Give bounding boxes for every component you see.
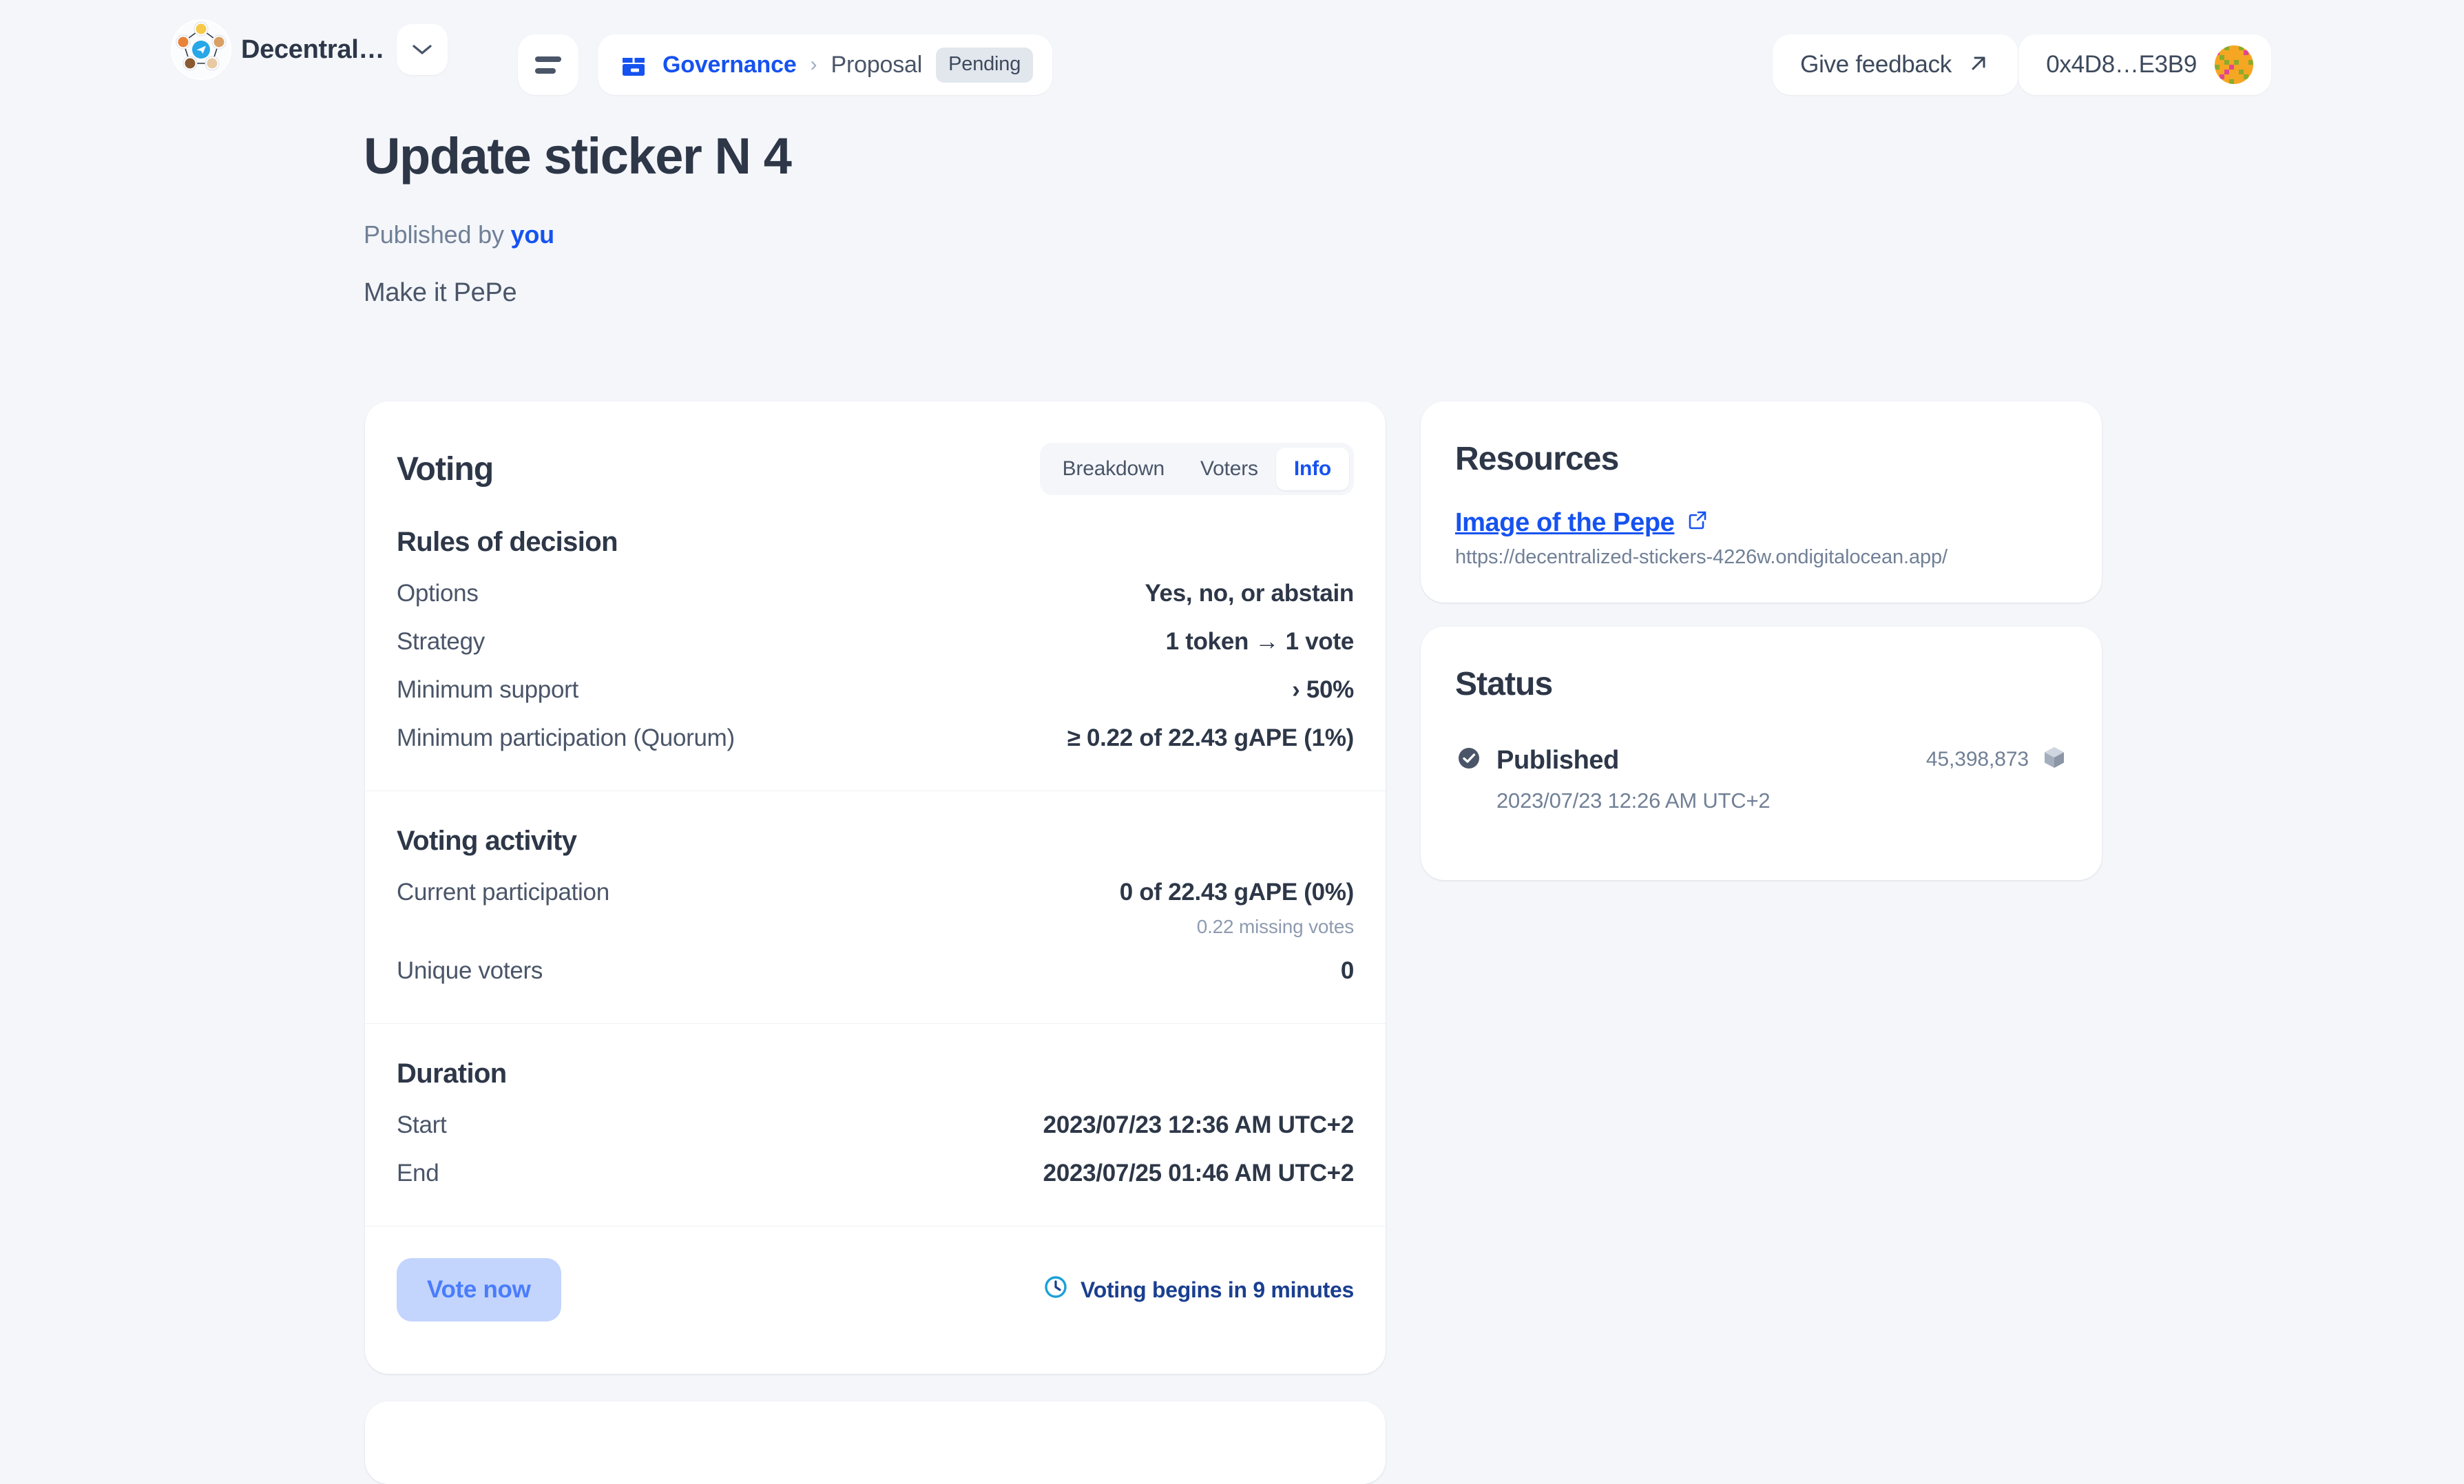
chevron-down-icon[interactable] xyxy=(397,24,448,75)
resource-link-label: Image of the Pepe xyxy=(1455,508,1675,537)
published-by: Published by you xyxy=(364,220,554,249)
activity-row-participation: Current participation 0 of 22.43 gAPE (0… xyxy=(397,879,1354,906)
voting-card-header: Voting Breakdown Voters Info xyxy=(365,401,1386,495)
duration-title: Duration xyxy=(397,1058,507,1089)
status-title: Status xyxy=(1455,666,1553,702)
voting-activity-title: Voting activity xyxy=(397,826,577,856)
published-author-link[interactable]: you xyxy=(511,220,555,249)
status-entry: Published 2023/07/23 12:26 AM UTC+2 45,3… xyxy=(1455,744,2067,813)
tab-info[interactable]: Info xyxy=(1275,448,1349,490)
rule-key: Minimum participation (Quorum) xyxy=(397,724,735,751)
external-link-icon xyxy=(1687,508,1709,538)
duration-key: End xyxy=(397,1160,439,1187)
voting-begins-note: Voting begins in 9 minutes xyxy=(1043,1275,1354,1305)
menu-icon-line-2 xyxy=(535,67,556,74)
rule-row-strategy: Strategy 1 token → 1 vote xyxy=(397,628,1354,656)
duration-row-start: Start 2023/07/23 12:36 AM UTC+2 xyxy=(397,1111,1354,1139)
wallet-address: 0x4D8…E3B9 xyxy=(2046,51,2197,78)
org-name: Decentral… xyxy=(241,34,385,64)
rule-value: ≥ 0.22 of 22.43 gAPE (1%) xyxy=(1067,724,1355,751)
block-number: 45,398,873 xyxy=(1925,747,2029,771)
duration-value: 2023/07/25 01:46 AM UTC+2 xyxy=(1043,1160,1355,1187)
proposal-summary: Make it PePe xyxy=(364,278,517,307)
rule-value: Yes, no, or abstain xyxy=(1145,580,1354,607)
tab-voters[interactable]: Voters xyxy=(1182,448,1276,490)
top-bar: Decentral… Governance › Proposal Pending… xyxy=(0,0,2464,129)
activity-key: Current participation xyxy=(397,879,609,906)
duration-value: 2023/07/23 12:36 AM UTC+2 xyxy=(1043,1111,1355,1138)
status-badge: Pending xyxy=(936,47,1034,83)
check-circle-icon xyxy=(1455,744,1483,775)
clock-icon xyxy=(1043,1275,1068,1305)
cube-icon xyxy=(2041,744,2067,774)
status-body: Status Published 2023/07/23 12:26 AM UTC… xyxy=(1421,627,2102,813)
rule-key: Strategy xyxy=(397,628,485,655)
status-state: Published xyxy=(1496,746,1619,775)
vote-now-button[interactable]: Vote now xyxy=(397,1258,561,1321)
external-arrow-icon xyxy=(1967,52,1990,79)
page-title: Update sticker N 4 xyxy=(364,127,792,185)
resource-link[interactable]: Image of the Pepe xyxy=(1455,508,2067,538)
wallet-button[interactable]: 0x4D8…E3B9 xyxy=(2018,34,2271,95)
duration-row-end: End 2023/07/25 01:46 AM UTC+2 xyxy=(397,1160,1354,1187)
rule-row-minimum-support: Minimum support › 50% xyxy=(397,676,1354,704)
voting-card-footer: Vote now Voting begins in 9 minutes xyxy=(365,1226,1386,1357)
activity-value: 0 of 22.43 gAPE (0%) xyxy=(1119,879,1355,906)
blockie-avatar xyxy=(2215,45,2253,84)
status-block-info[interactable]: 45,398,873 xyxy=(1926,744,2067,774)
breadcrumb: Governance › Proposal Pending xyxy=(598,34,1053,95)
status-date: 2023/07/23 12:26 AM UTC+2 xyxy=(1496,788,1771,813)
rules-title: Rules of decision xyxy=(397,527,618,557)
activity-key: Unique voters xyxy=(397,957,543,984)
duration-key: Start xyxy=(397,1111,447,1138)
activity-value: 0 xyxy=(1340,957,1354,984)
rules-of-decision-section: Rules of decision Options Yes, no, or ab… xyxy=(365,495,1386,791)
status-card: Status Published 2023/07/23 12:26 AM UTC… xyxy=(1421,627,2102,880)
resources-title: Resources xyxy=(1455,441,1619,477)
voting-tabs: Breakdown Voters Info xyxy=(1039,443,1354,495)
voting-card: Voting Breakdown Voters Info Rules of de… xyxy=(365,401,1386,1374)
breadcrumb-link-governance[interactable]: Governance xyxy=(662,52,797,79)
resource-url: https://decentralized-stickers-4226w.ond… xyxy=(1455,546,1948,568)
resources-body: Resources Image of the Pepe https://dece… xyxy=(1421,401,2102,569)
menu-icon-line-1 xyxy=(535,56,561,62)
rule-key: Options xyxy=(397,580,479,607)
published-prefix: Published by xyxy=(364,220,511,249)
breadcrumb-current-proposal: Proposal xyxy=(831,51,923,78)
voting-activity-section: Voting activity Current participation 0 … xyxy=(365,791,1386,1023)
resources-card: Resources Image of the Pepe https://dece… xyxy=(1421,401,2102,603)
missing-votes-note: 0.22 missing votes xyxy=(1196,916,1354,937)
rule-value: 1 token → 1 vote xyxy=(1165,628,1355,655)
give-feedback-button[interactable]: Give feedback xyxy=(1773,34,2018,95)
status-entry-left: Published 2023/07/23 12:26 AM UTC+2 xyxy=(1455,744,1771,813)
give-feedback-label: Give feedback xyxy=(1800,51,1952,78)
tab-breakdown[interactable]: Breakdown xyxy=(1045,448,1182,490)
rule-key: Minimum support xyxy=(397,676,578,703)
duration-section: Duration Start 2023/07/23 12:36 AM UTC+2… xyxy=(365,1024,1386,1226)
bottom-partial-card xyxy=(365,1401,1386,1484)
voting-begins-text: Voting begins in 9 minutes xyxy=(1080,1277,1354,1302)
breadcrumb-separator: › xyxy=(810,53,817,76)
activity-row-unique-voters: Unique voters 0 xyxy=(397,957,1354,985)
org-switcher[interactable]: Decentral… xyxy=(171,19,448,80)
menu-button[interactable] xyxy=(518,34,578,95)
rule-row-minimum-participation: Minimum participation (Quorum) ≥ 0.22 of… xyxy=(397,724,1354,752)
package-box-icon xyxy=(618,50,649,80)
rule-row-options: Options Yes, no, or abstain xyxy=(397,580,1354,607)
voting-title: Voting xyxy=(397,450,494,488)
telegram-network-logo xyxy=(171,19,231,80)
rule-value: › 50% xyxy=(1292,676,1354,703)
